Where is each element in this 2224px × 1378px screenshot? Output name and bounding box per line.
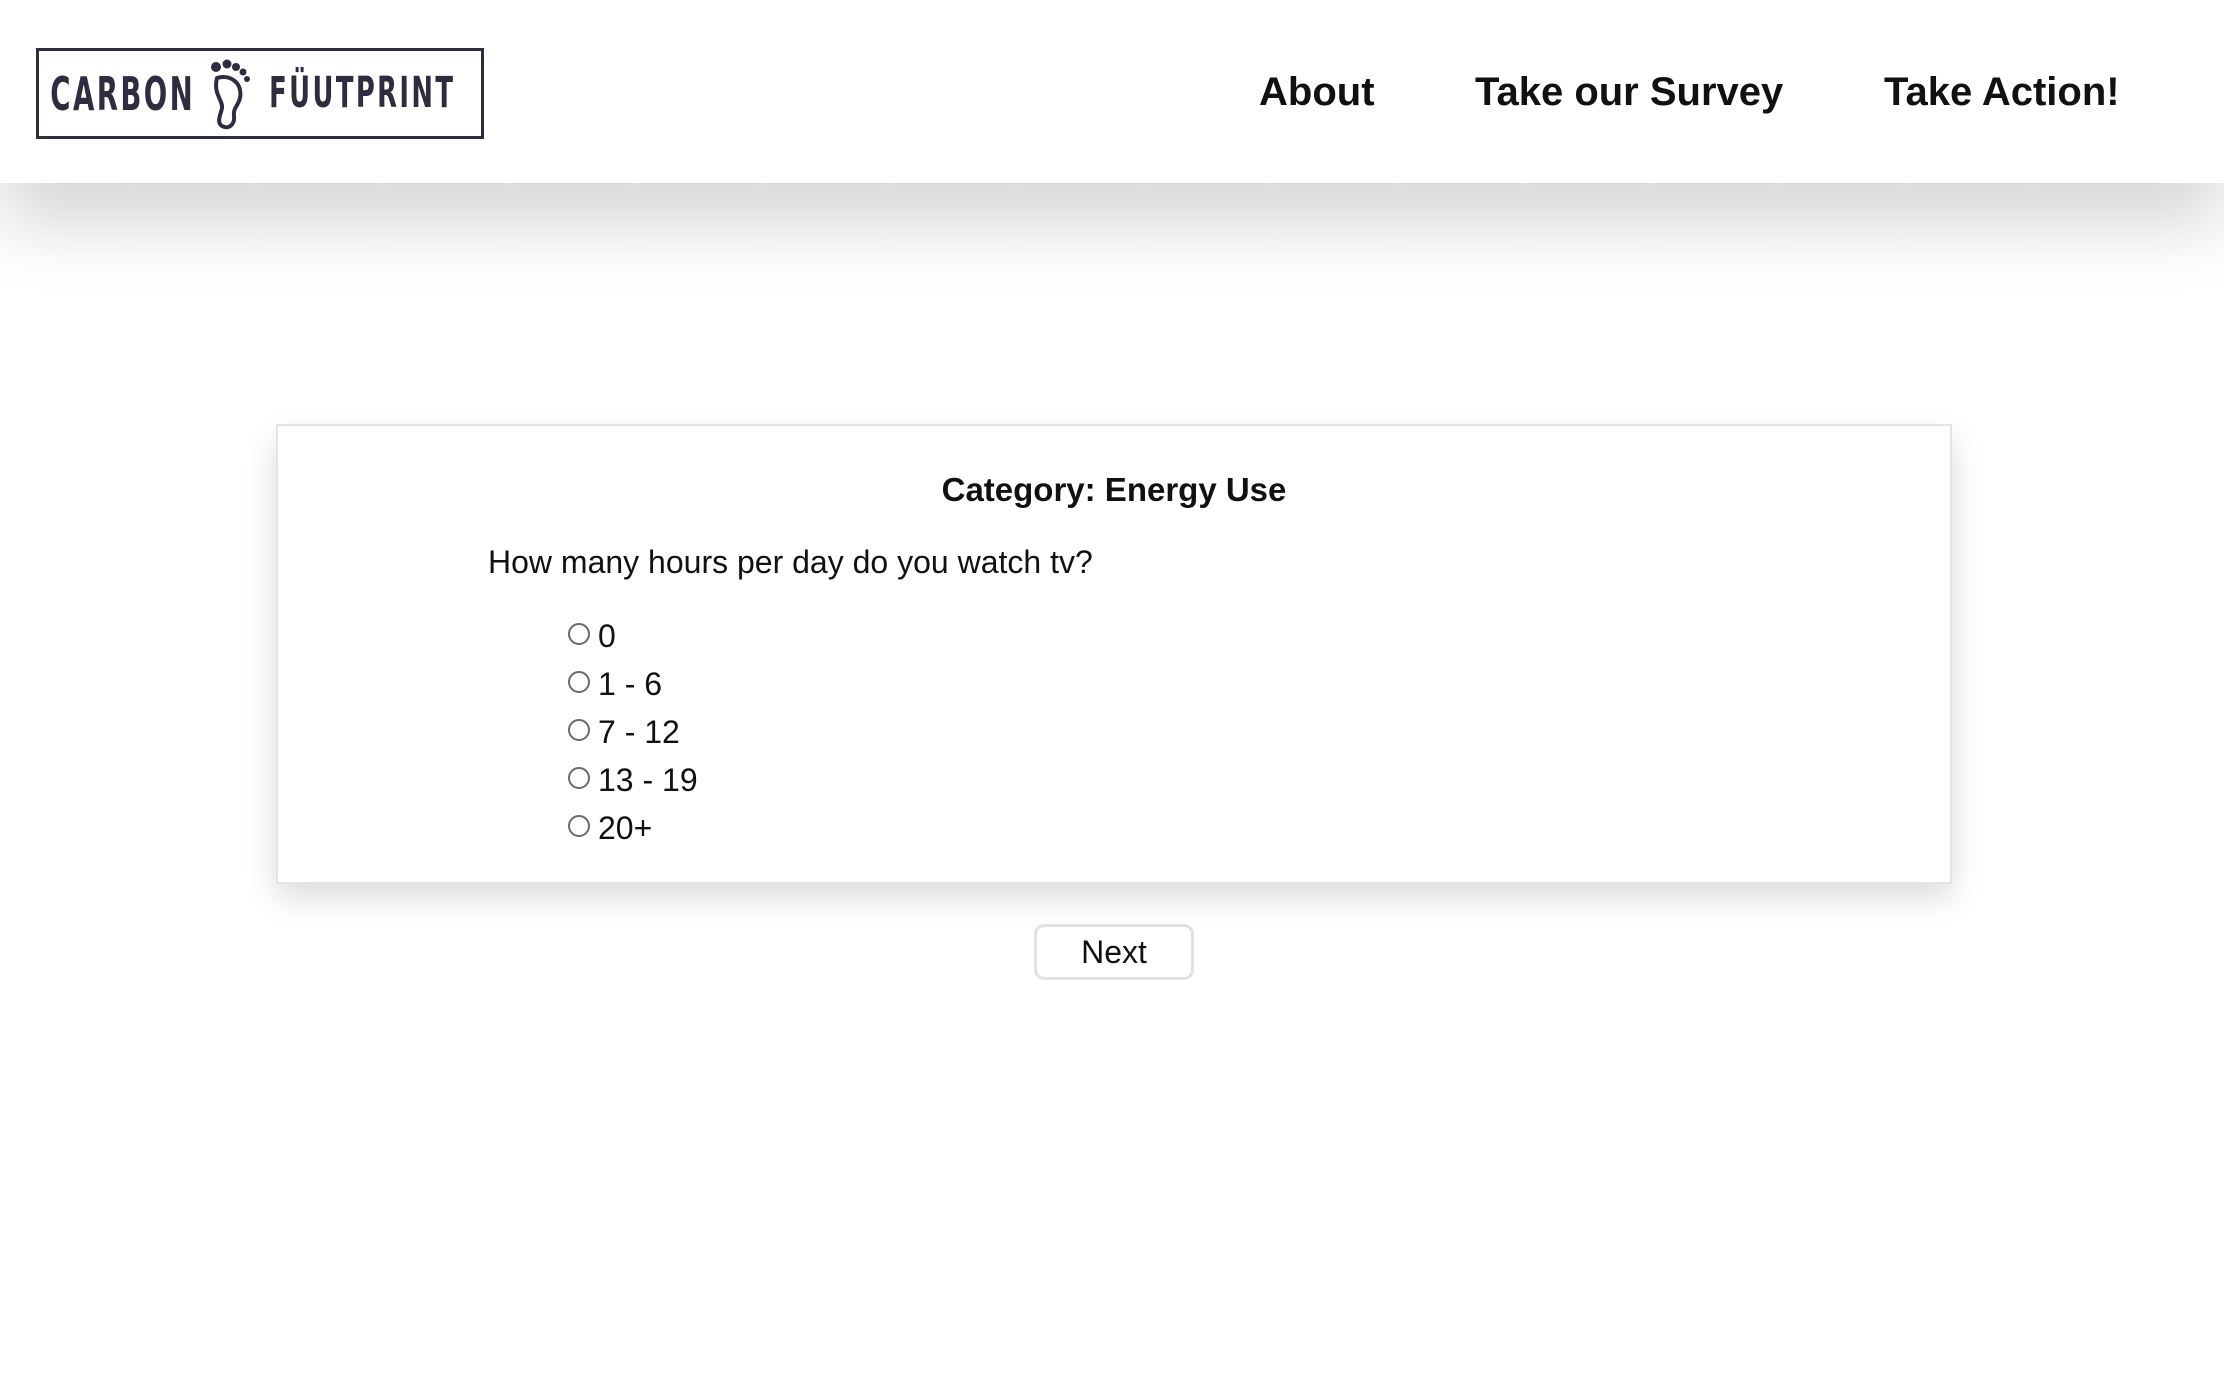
answer-option-label: 7 - 12 (598, 714, 680, 750)
logo-text-carbon: CARBON (50, 66, 196, 121)
radio-button[interactable] (568, 815, 590, 837)
survey-category-title: Category: Energy Use (941, 471, 1287, 508)
logo[interactable]: CARBON FÜUTPRINT (36, 48, 484, 139)
answer-option[interactable]: 1 - 6 (568, 660, 698, 708)
nav-link-about[interactable]: About (1259, 68, 1375, 116)
next-button[interactable]: Next (1034, 924, 1194, 980)
radio-button[interactable] (568, 719, 590, 741)
answer-option-label: 13 - 19 (598, 762, 698, 798)
footprint-icon (211, 59, 251, 129)
answer-option[interactable]: 20+ (568, 804, 698, 852)
answer-option[interactable]: 7 - 12 (568, 708, 698, 756)
answer-option[interactable]: 13 - 19 (568, 756, 698, 804)
radio-button[interactable] (568, 767, 590, 789)
nav-link-take-action[interactable]: Take Action! (1884, 68, 2120, 116)
radio-button[interactable] (568, 671, 590, 693)
survey-card: Category: Energy Use How many hours per … (276, 424, 1952, 884)
logo-text-footprint: FÜUTPRINT (269, 68, 456, 118)
radio-button[interactable] (568, 623, 590, 645)
answer-options: 0 1 - 6 7 - 12 13 - 19 20+ (568, 612, 698, 852)
site-header: CARBON FÜUTPRINT About Take our Survey T… (0, 0, 2224, 183)
page: CARBON FÜUTPRINT About Take our Survey T… (0, 0, 2224, 1378)
answer-option-label: 0 (598, 618, 616, 654)
answer-option-label: 1 - 6 (598, 666, 663, 702)
answer-option[interactable]: 0 (568, 612, 698, 660)
answer-option-label: 20+ (598, 810, 653, 846)
nav-link-take-our-survey[interactable]: Take our Survey (1475, 68, 1783, 116)
survey-question: How many hours per day do you watch tv? (488, 544, 1093, 580)
